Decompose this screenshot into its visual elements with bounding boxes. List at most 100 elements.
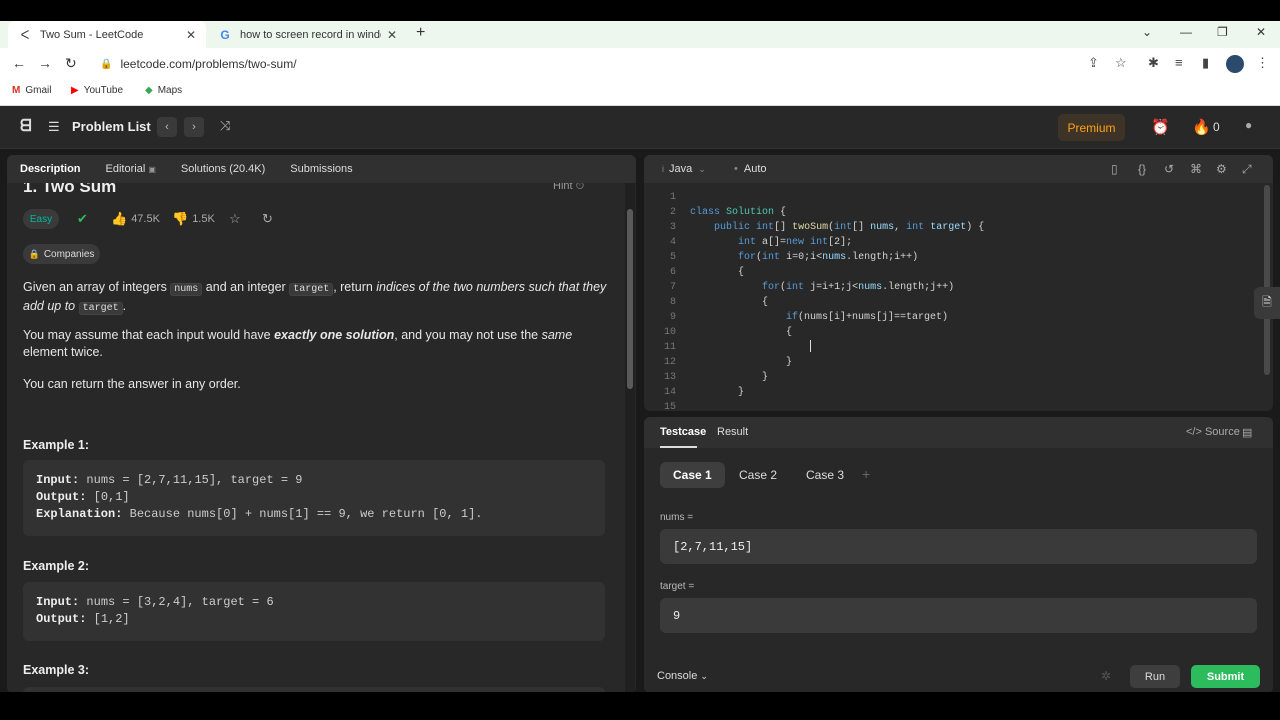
minimize-icon[interactable]: — — [1180, 25, 1192, 39]
share-icon[interactable]: ⇪ — [1088, 55, 1099, 71]
companies-chip[interactable]: 🔒 Companies — [23, 244, 100, 264]
close-icon[interactable]: ✕ — [387, 28, 397, 42]
param-input-target[interactable]: 9 — [660, 598, 1257, 633]
tab-editorial[interactable]: Editorial ▣ — [106, 163, 156, 175]
list-icon[interactable]: ☰ — [48, 119, 60, 135]
share-icon[interactable]: ↻ — [262, 211, 277, 227]
line-number: 12 — [663, 357, 676, 368]
add-case-icon[interactable]: + — [862, 466, 870, 482]
language-select[interactable]: i Java ⌄ — [662, 163, 706, 175]
text: element twice. — [23, 345, 103, 359]
media-icon[interactable]: ≡ — [1175, 55, 1183, 70]
label: Output: — [36, 490, 87, 504]
solved-check-icon: ✔ — [77, 211, 88, 226]
code-editor-pane: i Java ⌄ • Auto ▯ {} ↺ ⌘ ⚙ ⤢ 1 2 3 4 5 6 7 8 9 10 11 1… — [644, 155, 1273, 411]
extensions-icon[interactable]: ✱ — [1148, 55, 1159, 71]
user-avatar-icon[interactable]: ● — [1245, 118, 1252, 132]
problem-list-link[interactable]: Problem List — [72, 119, 151, 134]
param-label-nums: nums = — [660, 512, 694, 523]
description-tabs: Description Editorial ▣ Solutions (20.4K… — [7, 155, 636, 183]
example-line: Output: [1,2] — [36, 611, 592, 628]
shuffle-icon[interactable]: ⤨ — [220, 118, 230, 134]
reload-icon[interactable]: ↻ — [65, 55, 77, 72]
tab-submissions[interactable]: Submissions — [290, 163, 352, 175]
editor-toolbar: i Java ⌄ • Auto ▯ {} ↺ ⌘ ⚙ ⤢ — [644, 155, 1273, 183]
editor-scrollbar[interactable] — [1263, 185, 1271, 385]
bookmark-label: Gmail — [25, 85, 52, 96]
case-tab-1[interactable]: Case 1 — [660, 462, 725, 488]
bookmark-youtube[interactable]: ▶ YouTube — [71, 85, 123, 96]
label: Input: — [36, 595, 80, 609]
browser-tab-leetcode[interactable]: ᐸ Two Sum - LeetCode ✕ — [8, 21, 206, 48]
example-2-box: Input: nums = [3,2,4], target = 6 Output… — [23, 582, 605, 641]
description-scrollbar[interactable] — [625, 183, 635, 693]
close-icon[interactable]: ✕ — [186, 28, 196, 42]
code-line: int a[]=new int[2]; — [738, 237, 853, 248]
avatar[interactable] — [1226, 55, 1244, 73]
dislike-button[interactable]: 👎 1.5K — [172, 211, 215, 227]
line-number: 9 — [669, 312, 676, 323]
bookmark-maps[interactable]: ◆ Maps — [145, 85, 182, 96]
next-problem-icon[interactable]: › — [184, 117, 204, 137]
prev-problem-icon[interactable]: ‹ — [157, 117, 177, 137]
code-icon: </> — [1186, 426, 1202, 438]
case-tab-3[interactable]: Case 3 — [793, 462, 857, 488]
tab-testcase[interactable]: Testcase — [660, 426, 706, 438]
debug-icon[interactable]: ✲ — [1101, 669, 1111, 683]
tab-search-icon[interactable]: ⌄ — [1142, 25, 1152, 39]
case-tab-2[interactable]: Case 2 — [726, 462, 790, 488]
url-text: leetcode.com/problems/two-sum/ — [120, 57, 297, 71]
menu-icon[interactable]: ⋮ — [1256, 55, 1269, 71]
dislikes-count: 1.5K — [192, 213, 215, 225]
scrollbar-thumb[interactable] — [627, 209, 633, 389]
tab-result[interactable]: Result — [717, 426, 748, 438]
example-line: Input: nums = [3,2,4], target = 6 — [36, 594, 592, 611]
code-line: { — [690, 267, 745, 278]
scrollbar-thumb[interactable] — [1264, 185, 1270, 375]
hint-link[interactable]: Hint ⏱ — [553, 183, 584, 193]
fullscreen-icon[interactable]: ⤢ — [1242, 162, 1252, 177]
console-label: Console — [657, 670, 698, 682]
emphasis: same — [541, 328, 573, 342]
example-line: Output: [0,1] — [36, 489, 592, 506]
sidepanel-icon[interactable]: ▮ — [1202, 55, 1209, 71]
bookmark-icon[interactable]: ▯ — [1111, 162, 1118, 176]
notes-icon[interactable]: 🗎 — [1254, 287, 1280, 319]
submit-button[interactable]: Submit — [1191, 665, 1260, 688]
bookmark-star-icon[interactable]: ☆ — [1115, 55, 1127, 71]
star-icon[interactable]: ☆ — [229, 211, 245, 227]
url-field[interactable]: 🔒 leetcode.com/problems/two-sum/ — [100, 53, 1100, 75]
back-icon[interactable]: ← — [12, 55, 26, 71]
timer-icon[interactable]: ⏰ — [1151, 118, 1170, 136]
streak-icon[interactable]: 🔥 — [1192, 118, 1211, 136]
autocomplete-mode[interactable]: • Auto — [734, 163, 767, 175]
leetcode-logo-icon[interactable]: ᗺ — [20, 118, 32, 136]
streak-count: 0 — [1213, 120, 1220, 134]
reset-icon[interactable]: ↺ — [1164, 162, 1174, 176]
source-button[interactable]: </> Source — [1186, 426, 1240, 438]
forward-icon[interactable]: → — [38, 55, 52, 71]
shortcuts-icon[interactable]: ⌘ — [1190, 162, 1202, 176]
settings-gear-icon[interactable]: ⚙ — [1216, 162, 1227, 176]
code-area[interactable]: class Solution { public int[] twoSum(int… — [690, 190, 1260, 411]
tab-solutions[interactable]: Solutions (20.4K) — [181, 163, 265, 175]
like-button[interactable]: 👍 47.5K — [111, 211, 160, 227]
param-input-nums[interactable]: [2,7,11,15] — [660, 529, 1257, 564]
premium-button[interactable]: Premium — [1058, 114, 1125, 141]
param-label-target: target = — [660, 581, 695, 592]
text: , return — [333, 280, 377, 294]
new-tab-icon[interactable]: + — [416, 24, 425, 42]
example-3-title: Example 3: — [23, 663, 90, 677]
collapse-panel-icon[interactable]: ▤ — [1242, 426, 1252, 439]
line-number: 5 — [669, 252, 676, 263]
run-button[interactable]: Run — [1130, 665, 1180, 688]
browser-tab-google[interactable]: G how to screen record in window ✕ — [210, 21, 405, 48]
tab-description[interactable]: Description — [20, 163, 81, 175]
format-code-icon[interactable]: {} — [1138, 162, 1146, 176]
line-number: 13 — [663, 372, 676, 383]
close-window-icon[interactable]: ✕ — [1256, 25, 1266, 39]
maximize-icon[interactable]: ❐ — [1217, 25, 1228, 39]
console-toggle[interactable]: Console ⌄ — [657, 670, 708, 682]
description-paragraph-1: Given an array of integers nums and an i… — [23, 279, 613, 317]
bookmark-gmail[interactable]: M Gmail — [12, 85, 51, 96]
